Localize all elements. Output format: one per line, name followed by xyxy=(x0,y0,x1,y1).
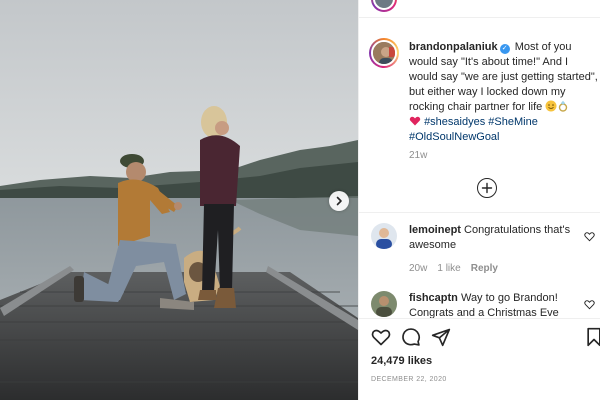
like-count[interactable]: 24,479 likes xyxy=(371,355,432,367)
comment-meta: 20w 1 like Reply xyxy=(409,263,508,274)
heart-icon[interactable] xyxy=(584,299,595,310)
post-date[interactable]: DECEMBER 22, 2020 xyxy=(371,376,447,383)
hashtag-shesaidyes[interactable]: #shesaidyes xyxy=(424,116,485,128)
load-more-comments-button[interactable] xyxy=(477,178,497,198)
author-avatar[interactable] xyxy=(369,38,399,68)
avatar[interactable] xyxy=(371,0,397,12)
caption-text: brandonpalaniuk ✓ Most of you would say "… xyxy=(409,40,599,145)
post-side-panel: brandonpalaniuk ✓ Most of you would say "… xyxy=(358,0,600,400)
hashtag-shesmine[interactable]: #SheMine xyxy=(488,116,538,128)
comment-body: fishcaptn Way to go Brandon! Congrats an… xyxy=(409,291,581,318)
commenter-photo xyxy=(371,223,397,249)
post-header xyxy=(359,0,600,18)
comment-username[interactable]: lemoinept xyxy=(409,224,461,236)
commenter-photo xyxy=(371,291,397,317)
paper-plane-icon[interactable] xyxy=(431,327,451,347)
avatar[interactable] xyxy=(371,223,397,249)
comment-like-count[interactable]: 1 like xyxy=(437,263,460,274)
comments-list[interactable]: lemoinept Congratulations that's awesome… xyxy=(359,212,600,318)
hashtag-oldsoulnewgoal[interactable]: #OldSoulNewGoal xyxy=(409,131,500,143)
author-username[interactable]: brandonpalaniuk xyxy=(409,41,498,53)
proposal-photo xyxy=(0,0,358,400)
comment-bubble-icon[interactable] xyxy=(401,327,421,347)
comment-item: fishcaptn Way to go Brandon! Congrats an… xyxy=(369,291,597,318)
author-photo xyxy=(373,42,395,64)
avatar[interactable] xyxy=(371,291,397,317)
next-photo-button[interactable] xyxy=(329,191,349,211)
heart-icon[interactable] xyxy=(371,327,391,347)
post-photo[interactable] xyxy=(0,0,358,400)
caption-timestamp[interactable]: 21w xyxy=(409,150,427,161)
heart-icon[interactable] xyxy=(584,231,595,242)
red-heart-emoji xyxy=(409,116,421,126)
comment-item: lemoinept Congratulations that's awesome… xyxy=(369,223,597,283)
comment-username[interactable]: fishcaptn xyxy=(409,292,458,304)
plus-circle-icon xyxy=(481,182,493,194)
verified-badge-icon: ✓ xyxy=(499,44,510,54)
post-actions: 24,479 likes DECEMBER 22, 2020 xyxy=(359,318,600,400)
smiling-face-emoji xyxy=(545,100,557,112)
comment-timestamp[interactable]: 20w xyxy=(409,263,427,274)
reply-button[interactable]: Reply xyxy=(471,263,498,274)
ring-emoji xyxy=(559,100,568,112)
comment-body: lemoinept Congratulations that's awesome xyxy=(409,223,581,253)
chevron-right-icon xyxy=(336,196,342,206)
bookmark-icon[interactable] xyxy=(585,327,600,347)
